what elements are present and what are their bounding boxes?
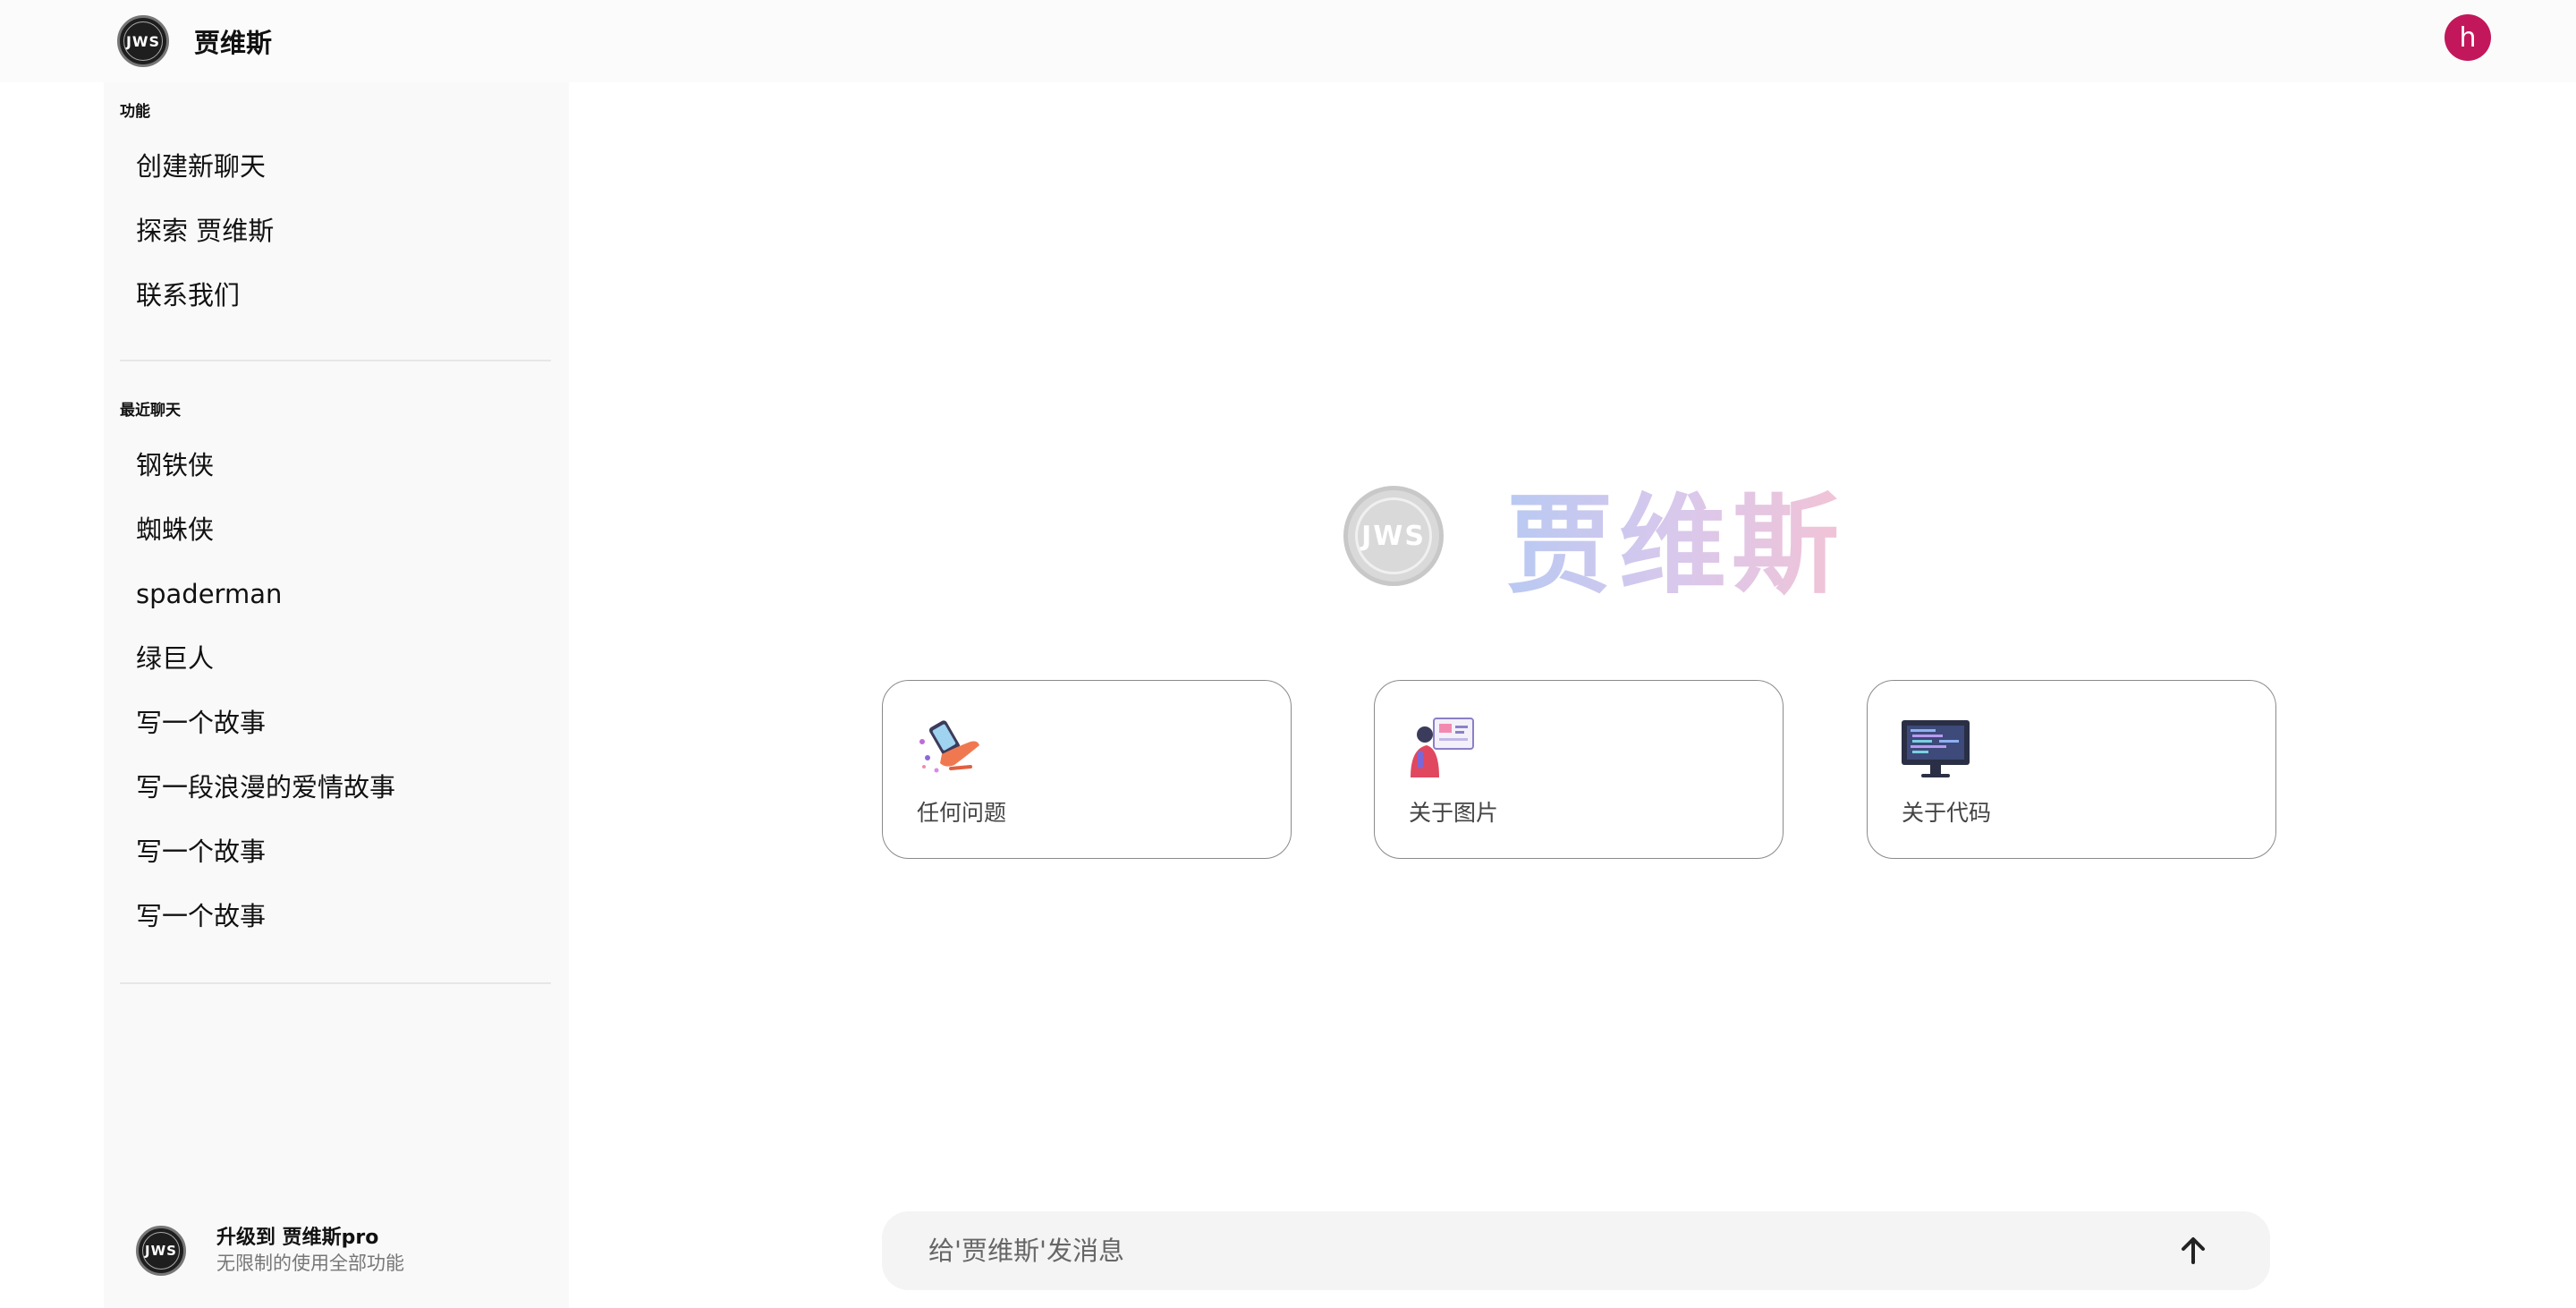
upgrade-text: 升级到 贾维斯pro 无限制的使用全部功能 xyxy=(216,1226,404,1276)
card-label: 关于代码 xyxy=(1902,800,1992,826)
suggestion-card-code[interactable]: 关于代码 xyxy=(1867,680,2276,859)
sidebar-item-explore[interactable]: 探索 贾维斯 xyxy=(136,213,274,249)
avatar-letter: h xyxy=(2459,21,2477,54)
sidebar-divider xyxy=(120,982,551,984)
functions-section-title: 功能 xyxy=(120,103,150,121)
recent-chat-item[interactable]: 写一个故事 xyxy=(136,834,266,870)
image-person-icon xyxy=(1407,715,1479,781)
send-button[interactable] xyxy=(2170,1227,2216,1274)
sidebar-item-contact[interactable]: 联系我们 xyxy=(136,277,240,313)
logo-text: JWS xyxy=(145,1243,177,1259)
jws-logo-icon: JWS xyxy=(117,15,169,67)
upgrade-title: 升级到 贾维斯pro xyxy=(216,1227,379,1249)
recent-chat-item[interactable]: 蜘蛛侠 xyxy=(136,512,214,548)
message-input[interactable] xyxy=(928,1211,2163,1290)
jws-logo-icon: JWS xyxy=(1343,486,1444,586)
sidebar: 功能 创建新聊天 探索 贾维斯 联系我们 最近聊天 钢铁侠 蜘蛛侠 spader… xyxy=(104,82,569,1308)
sidebar-divider xyxy=(120,360,551,361)
brand-name: 贾维斯 xyxy=(194,28,273,58)
hero-title: 贾维斯 xyxy=(1506,458,1844,614)
card-label: 关于图片 xyxy=(1409,800,1499,826)
suggestion-card-any-question[interactable]: 任何问题 xyxy=(882,680,1292,859)
hero-logo-text: JWS xyxy=(1361,520,1426,552)
code-monitor-icon xyxy=(1900,715,1971,781)
sidebar-item-new-chat[interactable]: 创建新聊天 xyxy=(136,149,266,184)
user-avatar[interactable]: h xyxy=(2445,14,2491,61)
message-composer xyxy=(882,1211,2270,1290)
suggestion-card-images[interactable]: 关于图片 xyxy=(1374,680,1784,859)
recent-chat-item[interactable]: 写一个故事 xyxy=(136,705,266,741)
card-label: 任何问题 xyxy=(917,800,1007,826)
recent-section-title: 最近聊天 xyxy=(120,402,181,420)
phone-hand-icon xyxy=(915,715,987,781)
hero: JWS 贾维斯 xyxy=(1343,458,1844,614)
recent-chat-item[interactable]: 绿巨人 xyxy=(136,641,214,676)
arrow-up-icon xyxy=(2182,1237,2205,1264)
brand[interactable]: JWS 贾维斯 xyxy=(117,13,272,70)
top-bar: JWS 贾维斯 h xyxy=(0,0,2576,82)
upgrade-pro-link[interactable]: JWS 升级到 贾维斯pro 无限制的使用全部功能 xyxy=(136,1226,404,1276)
upgrade-subtitle: 无限制的使用全部功能 xyxy=(216,1253,404,1274)
recent-chat-item[interactable]: 钢铁侠 xyxy=(136,447,214,483)
recent-chat-item[interactable]: spaderman xyxy=(136,576,282,612)
recent-chat-item[interactable]: 写一个故事 xyxy=(136,898,266,934)
jws-logo-icon: JWS xyxy=(136,1226,186,1276)
recent-chat-item[interactable]: 写一段浪漫的爱情故事 xyxy=(136,769,395,805)
logo-text: JWS xyxy=(125,32,161,50)
